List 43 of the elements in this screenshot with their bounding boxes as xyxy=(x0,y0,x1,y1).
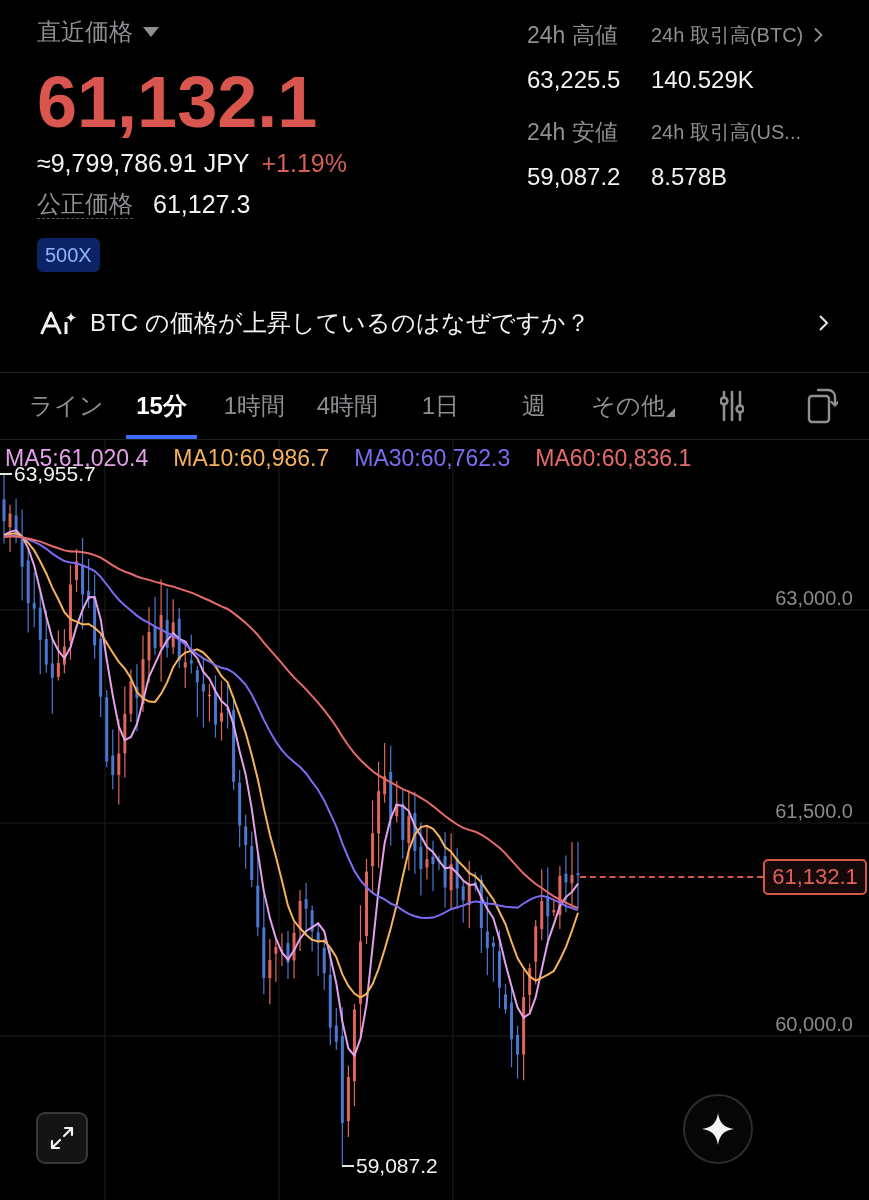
fair-price-value: 61,127.3 xyxy=(153,189,251,220)
sliders-icon[interactable] xyxy=(720,390,744,422)
stat-label: 24h 高値 xyxy=(527,21,618,50)
timeframe-tab[interactable]: その他 xyxy=(591,373,675,439)
stat-value: 63,225.5 xyxy=(527,65,621,95)
timeframe-tab[interactable]: 1日 xyxy=(405,373,476,439)
expand-icon xyxy=(49,1125,75,1151)
last-price: 61,132.1 xyxy=(37,65,318,139)
sparkle-icon xyxy=(702,1113,734,1145)
caret-down-icon xyxy=(143,27,159,37)
y-axis-label: 60,000.0 xyxy=(775,1012,853,1037)
timeframe-tab[interactable]: 4時間 xyxy=(312,373,383,439)
stat-value: 8.578B xyxy=(651,162,728,192)
y-axis-label: 61,500.0 xyxy=(775,799,853,824)
rotate-screen-icon[interactable] xyxy=(806,388,838,424)
stat-label: 24h 取引高(US... xyxy=(651,120,802,145)
stat-value: 59,087.2 xyxy=(527,162,621,192)
ai-sparkle-icon xyxy=(40,311,78,335)
fair-price-label[interactable]: 公正価格 xyxy=(37,189,133,219)
low-price-label: 59,087.2 xyxy=(356,1153,438,1179)
moving-average-label: MA60:60,836.1 xyxy=(535,444,692,472)
moving-average-label: MA10:60,986.7 xyxy=(173,444,330,472)
converted-price: ≈9,799,786.91 JPY xyxy=(37,148,250,179)
timeframe-tab[interactable]: ライン xyxy=(29,373,104,439)
timeframe-tab[interactable]: 週 xyxy=(498,373,569,439)
marker-line xyxy=(0,473,12,475)
expand-button[interactable] xyxy=(36,1112,88,1164)
ai-question-link[interactable]: BTC の価格が上昇しているのはなぜですか？ xyxy=(40,307,829,339)
timeframe-tab[interactable]: 15分 xyxy=(126,373,197,439)
stat-value: 140.529K xyxy=(651,65,754,95)
y-axis-label: 63,000.0 xyxy=(775,586,853,611)
price-type-dropdown[interactable]: 直近価格 xyxy=(37,14,159,50)
current-price-tag: 61,132.1 xyxy=(763,859,867,895)
marker-line xyxy=(342,1165,354,1167)
stat-label: 24h 安値 xyxy=(527,118,618,147)
moving-average-label: MA30:60,762.3 xyxy=(354,444,511,472)
price-change: +1.19% xyxy=(261,148,347,179)
timeframe-tab[interactable]: 1時間 xyxy=(219,373,290,439)
dropdown-corner-icon xyxy=(666,408,675,417)
chevron-right-icon[interactable] xyxy=(813,27,824,43)
stat-label: 24h 取引高(BTC) xyxy=(651,23,804,48)
chevron-right-icon xyxy=(818,314,829,332)
leverage-badge: 500X xyxy=(37,238,100,272)
